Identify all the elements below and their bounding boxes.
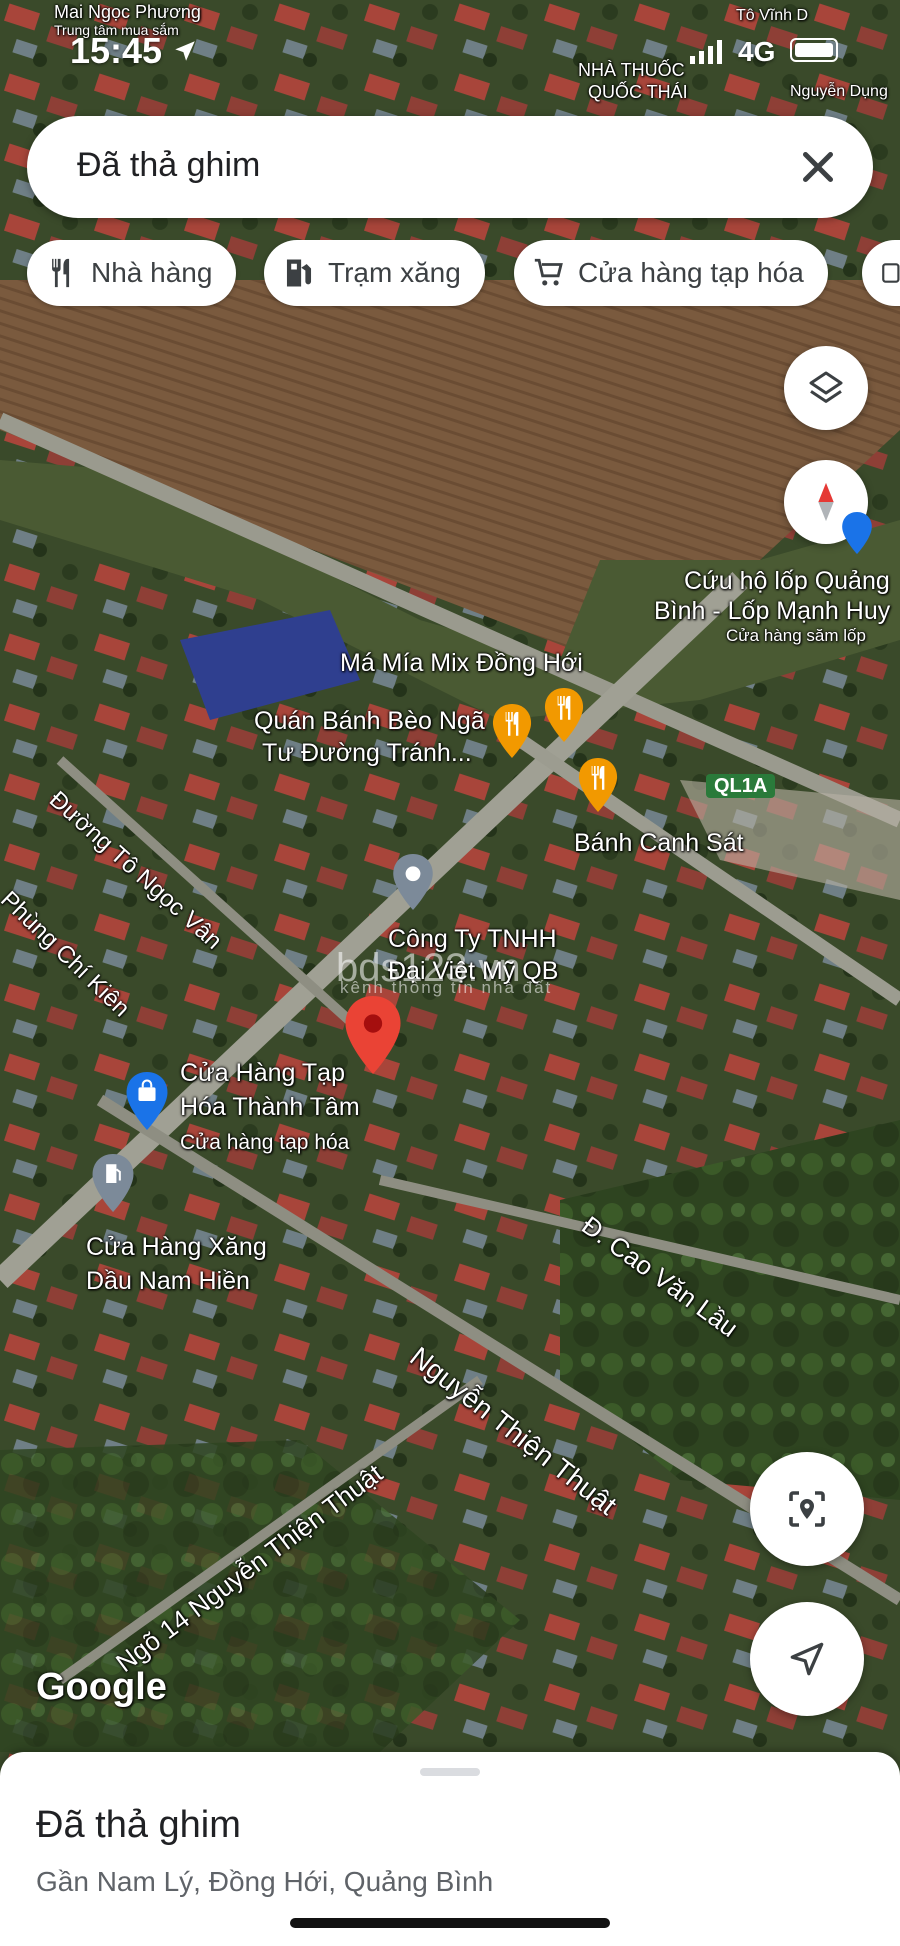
watermark-subtitle: kênh thông tin nhà đất	[340, 978, 553, 997]
poi-label[interactable]: Cửa Hàng Xăng	[86, 1232, 267, 1262]
map-label-nguyen-dung: Nguyễn Dụng	[790, 83, 888, 100]
map-label-quoc-thai: QUỐC THÁI	[588, 82, 688, 102]
chip-restaurants[interactable]: Nhà hàng	[27, 240, 237, 306]
gas-station-icon	[286, 259, 312, 287]
poi-label[interactable]: Bánh Canh Sát	[574, 828, 744, 858]
map-label-mai-ngoc-phuong: Mai Ngọc Phương	[54, 2, 201, 22]
poi-label[interactable]: Dầu Nam Hiền	[86, 1266, 250, 1296]
place-bottom-sheet[interactable]: Đã thả ghim Gần Nam Lý, Đồng Hới, Quảng …	[0, 1752, 900, 1946]
poi-label[interactable]: Má Mía Mix Đồng Hới	[340, 648, 583, 678]
dropped-pin-icon[interactable]	[344, 996, 402, 1074]
map-label-nha-thuoc: NHÀ THUỐC	[578, 60, 685, 80]
my-location-button[interactable]	[750, 1452, 864, 1566]
battery-icon	[790, 38, 838, 62]
chip-grocery-label: Cửa hàng tạp hóa	[578, 257, 804, 288]
drag-handle[interactable]	[420, 1768, 480, 1776]
google-attribution: Google	[36, 1666, 167, 1708]
poi-category-label: Cửa hàng tạp hóa	[180, 1131, 350, 1154]
place-marker-icon[interactable]	[392, 854, 434, 910]
navigate-button[interactable]	[750, 1602, 864, 1716]
shopping-cart-icon	[534, 258, 563, 286]
poi-label[interactable]: Tư Đường Tránh...	[262, 738, 472, 768]
layers-icon	[809, 371, 843, 403]
chip-gas-stations[interactable]: Trạm xăng	[264, 240, 485, 306]
category-chips: Nhà hàng Trạm xăng Cửa hàng tạp hóa	[0, 240, 900, 310]
poi-category-label: Cửa hàng săm lốp	[726, 626, 866, 645]
restaurant-icon	[52, 258, 70, 288]
status-bar: Mai Ngọc Phương Trung tâm mua sắm Tô Vĩn…	[0, 0, 900, 102]
poi-label[interactable]: Bình - Lốp Mạnh Huy	[654, 596, 890, 626]
poi-label[interactable]: Hóa Thành Tâm	[180, 1092, 360, 1122]
status-time: 15:45	[70, 30, 163, 71]
chip-restaurants-label: Nhà hàng	[91, 257, 213, 288]
place-address: Gần Nam Lý, Đồng Hới, Quảng Bình	[36, 1866, 494, 1897]
restaurant-marker-icon[interactable]	[544, 688, 584, 742]
home-indicator[interactable]	[290, 1918, 610, 1928]
location-arrow-icon	[175, 41, 195, 61]
restaurant-marker-icon[interactable]	[578, 758, 618, 812]
more-category-icon	[882, 263, 900, 283]
network-type: 4G	[738, 36, 776, 67]
chip-gas-stations-label: Trạm xăng	[328, 257, 461, 288]
layers-button[interactable]	[784, 346, 868, 430]
search-query[interactable]: Đã thả ghim	[77, 146, 260, 185]
gas-station-marker-icon[interactable]	[92, 1154, 134, 1212]
map-label-to-vinh: Tô Vĩnh D	[736, 7, 809, 24]
shopping-bag-marker-icon[interactable]	[126, 1072, 168, 1130]
poi-label[interactable]: Cứu hộ lốp Quảng	[684, 566, 890, 596]
chip-more[interactable]	[862, 240, 900, 306]
navigation-arrow-icon	[790, 1642, 824, 1676]
chip-grocery[interactable]: Cửa hàng tạp hóa	[514, 240, 828, 306]
highway-shield: QL1A	[706, 774, 776, 798]
poi-label[interactable]: Quán Bánh Bèo Ngã	[254, 706, 485, 736]
tire-shop-marker-icon[interactable]	[842, 512, 872, 554]
restaurant-marker-icon[interactable]	[492, 704, 532, 758]
signal-bars-icon	[690, 40, 722, 64]
place-title: Đã thả ghim	[36, 1804, 241, 1846]
close-icon[interactable]	[793, 142, 843, 192]
search-bar[interactable]: Đã thả ghim	[27, 116, 873, 218]
location-target-icon	[789, 1491, 825, 1527]
poi-label[interactable]: Cửa Hàng Tạp	[180, 1058, 345, 1088]
